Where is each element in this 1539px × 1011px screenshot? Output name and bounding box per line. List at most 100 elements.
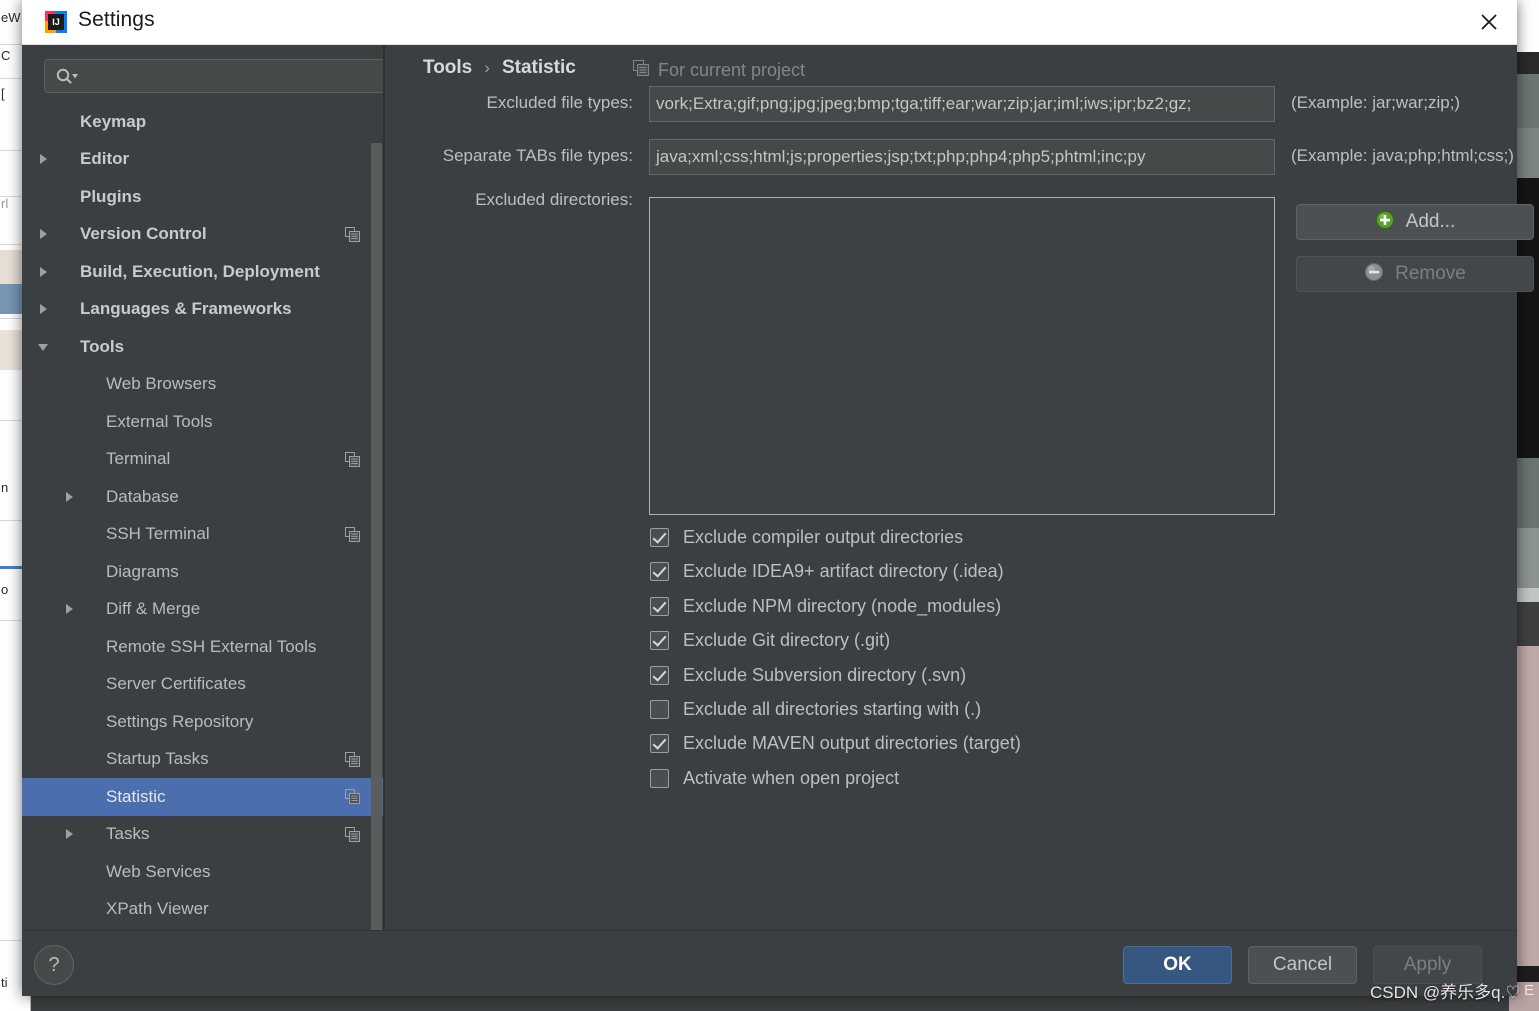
checkbox-label: Exclude Subversion directory (.svn) — [683, 664, 967, 685]
project-scope-icon — [345, 751, 360, 767]
close-icon[interactable] — [1461, 0, 1517, 44]
sidebar-item-label: Keymap — [80, 111, 147, 131]
sidebar-item-xpath-viewer[interactable]: XPath Viewer — [22, 891, 384, 924]
sidebar-item-settings-repository[interactable]: Settings Repository — [22, 703, 384, 741]
remove-button-label: Remove — [1395, 263, 1466, 284]
checkbox-exclude-subversion-directory-svn[interactable]: Exclude Subversion directory (.svn) — [650, 665, 966, 686]
sidebar-item-label: Tasks — [106, 824, 150, 844]
sidebar-item-editor[interactable]: Editor — [22, 141, 384, 179]
chevron-right-icon[interactable] — [36, 152, 50, 166]
sidebar-item-terminal[interactable]: Terminal — [22, 441, 384, 479]
breadcrumb-current: Statistic — [501, 57, 576, 78]
sidebar-item-web-services[interactable]: Web Services — [22, 853, 384, 891]
sidebar-item-plugins[interactable]: Plugins — [22, 178, 384, 216]
checkbox-exclude-all-directories-starting-with[interactable]: Exclude all directories starting with (.… — [650, 699, 981, 720]
sidebar-item-label: Remote SSH External Tools — [106, 636, 317, 656]
checkbox-unchecked-icon[interactable] — [650, 768, 669, 788]
dialog-titlebar: IJ Settings — [22, 0, 1517, 45]
sidebar-item-version-control[interactable]: Version Control — [22, 216, 384, 254]
sidebar-item-label: External Tools — [106, 411, 213, 431]
svg-text:IJ: IJ — [52, 17, 60, 27]
csdn-watermark: CSDN @养乐多q.♡ — [1370, 983, 1521, 1002]
checkbox-checked-icon[interactable] — [650, 631, 669, 651]
search-box[interactable] — [44, 59, 392, 94]
project-scope-icon — [345, 451, 360, 467]
checkbox-label: Exclude MAVEN output directories (target… — [683, 733, 1021, 754]
chevron-right-icon[interactable] — [36, 302, 50, 316]
sidebar-item-keymap[interactable]: Keymap — [22, 103, 384, 141]
excluded-file-types-input[interactable]: vork;Extra;gif;png;jpg;jpeg;bmp;tga;tiff… — [649, 86, 1275, 122]
sidebar-item-label: SSH Terminal — [106, 524, 210, 544]
project-scope-icon — [345, 789, 360, 804]
sidebar-scrollbar[interactable] — [371, 143, 382, 965]
dialog-title: Settings — [78, 8, 155, 31]
separate-tabs-file-types-example: (Example: java;php;html;css;) — [1291, 146, 1514, 165]
checkbox-checked-icon[interactable] — [650, 528, 669, 547]
breadcrumb: Tools › Statistic — [423, 57, 576, 79]
sidebar-item-ssh-terminal[interactable]: SSH Terminal — [22, 516, 384, 554]
sidebar-item-label: Languages & Frameworks — [80, 299, 292, 319]
sidebar-item-label: Web Services — [106, 861, 211, 881]
dialog-footer: ? OK Cancel Apply — [22, 930, 1517, 996]
sidebar-item-remote-ssh-external-tools[interactable]: Remote SSH External Tools — [22, 628, 384, 666]
sidebar-item-server-certificates[interactable]: Server Certificates — [22, 666, 384, 704]
checkbox-unchecked-icon[interactable] — [650, 700, 669, 719]
sidebar-item-label: Database — [106, 486, 179, 506]
sidebar-item-web-browsers[interactable]: Web Browsers — [22, 366, 384, 404]
separate-tabs-file-types-label: Separate TABs file types: — [442, 146, 633, 165]
add-button[interactable]: Add... — [1296, 204, 1534, 240]
sidebar-item-diagrams[interactable]: Diagrams — [22, 553, 384, 591]
intellij-idea-logo-icon: IJ — [44, 10, 68, 34]
cancel-button[interactable]: Cancel — [1248, 946, 1357, 984]
checkbox-exclude-maven-output-directories-target[interactable]: Exclude MAVEN output directories (target… — [650, 733, 1021, 754]
checkbox-checked-icon[interactable] — [650, 734, 669, 754]
checkbox-activate-when-open-project[interactable]: Activate when open project — [650, 768, 899, 789]
add-circle-icon — [1375, 210, 1395, 235]
search-icon — [55, 68, 81, 85]
settings-tree[interactable]: Keymap Editor Plugins Version Control Build,… — [22, 103, 384, 923]
project-scope-icon — [345, 526, 360, 542]
chevron-right-icon[interactable] — [62, 827, 76, 841]
checkbox-label: Exclude all directories starting with (.… — [683, 699, 982, 719]
breadcrumb-separator-icon: › — [484, 58, 490, 77]
chevron-down-icon[interactable] — [36, 340, 50, 354]
sidebar-item-label: Statistic — [106, 786, 166, 806]
sidebar-item-database[interactable]: Database — [22, 478, 384, 516]
checkbox-exclude-idea9-artifact-directory-idea[interactable]: Exclude IDEA9+ artifact directory (.idea… — [650, 561, 1004, 582]
sidebar-item-diff-merge[interactable]: Diff & Merge — [22, 591, 384, 629]
project-scope-label: For current project — [658, 60, 806, 80]
remove-button[interactable]: Remove — [1296, 256, 1534, 292]
checkbox-checked-icon[interactable] — [650, 562, 669, 582]
checkbox-label: Exclude IDEA9+ artifact directory (.idea… — [683, 561, 1004, 582]
search-input[interactable] — [87, 60, 385, 94]
separate-tabs-file-types-input[interactable]: java;xml;css;html;js;properties;jsp;txt;… — [649, 139, 1275, 175]
sidebar-item-label: Server Certificates — [106, 674, 246, 694]
settings-sidebar: Keymap Editor Plugins Version Control Build,… — [22, 45, 392, 947]
chevron-right-icon[interactable] — [62, 490, 76, 504]
sidebar-item-external-tools[interactable]: External Tools — [22, 403, 384, 441]
checkbox-label: Exclude Git directory (.git) — [683, 630, 891, 651]
breadcrumb-root[interactable]: Tools — [423, 57, 472, 79]
sidebar-scrollbar-thumb[interactable] — [371, 143, 382, 947]
sidebar-item-tools[interactable]: Tools — [22, 328, 384, 366]
settings-content-panel: Tools › Statistic For current project Ex… — [385, 45, 1534, 930]
chevron-right-icon[interactable] — [36, 265, 50, 279]
settings-dialog: IJ Settings Keymap Editor Plugins Version C… — [22, 0, 1534, 996]
sidebar-item-startup-tasks[interactable]: Startup Tasks — [22, 741, 384, 779]
chevron-right-icon[interactable] — [62, 602, 76, 616]
checkbox-exclude-npm-directory-node-modules[interactable]: Exclude NPM directory (node_modules) — [650, 596, 1001, 617]
sidebar-item-statistic[interactable]: Statistic — [22, 778, 384, 816]
help-button[interactable]: ? — [34, 945, 74, 985]
checkbox-exclude-compiler-output-directories[interactable]: Exclude compiler output directories — [650, 527, 963, 548]
checkbox-exclude-git-directory-git[interactable]: Exclude Git directory (.git) — [650, 630, 890, 651]
remove-circle-icon — [1364, 262, 1384, 287]
checkbox-checked-icon[interactable] — [650, 665, 669, 685]
sidebar-item-build-execution-deployment[interactable]: Build, Execution, Deployment — [22, 253, 384, 291]
sidebar-item-tasks[interactable]: Tasks — [22, 816, 384, 854]
sidebar-item-label: Editor — [80, 149, 130, 169]
chevron-right-icon[interactable] — [36, 227, 50, 241]
sidebar-item-languages-frameworks[interactable]: Languages & Frameworks — [22, 291, 384, 329]
excluded-directories-list[interactable] — [649, 197, 1275, 515]
ok-button[interactable]: OK — [1123, 946, 1232, 984]
checkbox-checked-icon[interactable] — [650, 596, 669, 616]
